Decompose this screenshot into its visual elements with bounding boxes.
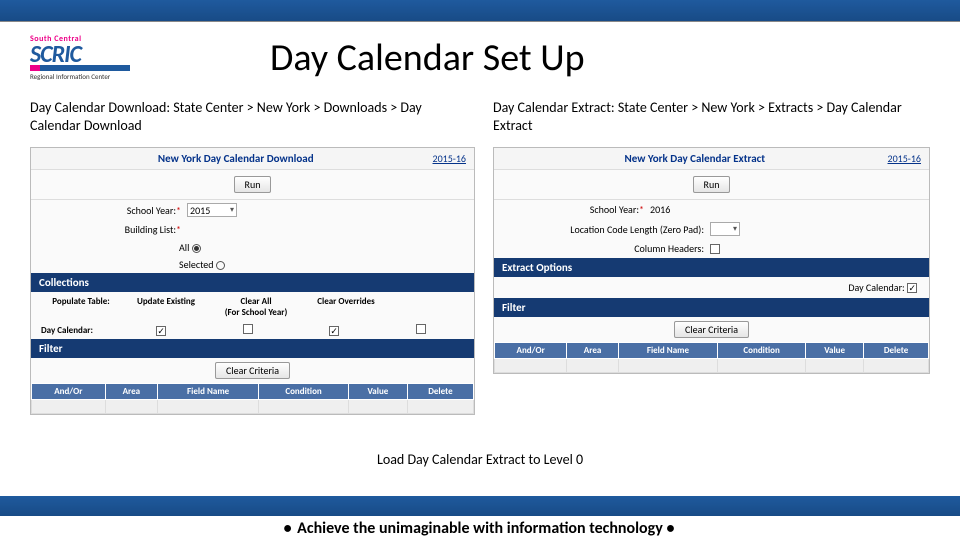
- run-button-right[interactable]: Run: [693, 176, 731, 193]
- load-instruction: Load Day Calendar Extract to Level 0: [0, 451, 960, 468]
- breadcrumb-right: Day Calendar Extract: State Center > New…: [493, 99, 930, 139]
- bullet-icon: •: [284, 519, 294, 538]
- chk-clear-existing[interactable]: [243, 324, 253, 334]
- th-field-r: Field Name: [618, 343, 717, 359]
- left-column: Day Calendar Download: State Center > Ne…: [30, 99, 475, 415]
- year-link-right[interactable]: 2015-16: [888, 152, 921, 165]
- col-clear: Clear All (For School Year): [211, 296, 301, 318]
- breadcrumb-left: Day Calendar Download: State Center > Ne…: [30, 99, 475, 139]
- right-column: Day Calendar Extract: State Center > New…: [493, 99, 930, 415]
- chk-override[interactable]: [416, 324, 426, 334]
- radio-selected-label: Selected: [179, 258, 214, 271]
- panel-title-left: New York Day Calendar Download: [39, 152, 433, 165]
- collections-bar: Collections: [31, 273, 474, 292]
- th-cond-r: Condition: [718, 343, 806, 359]
- header: South Central SCRIC Regional Information…: [0, 22, 960, 99]
- panel-title-right: New York Day Calendar Extract: [502, 152, 888, 165]
- logo-sub-text: Regional Information Center: [30, 72, 170, 81]
- bullet-icon: •: [666, 519, 676, 538]
- col-override: Clear Overrides: [301, 296, 391, 318]
- year-link-left[interactable]: 2015-16: [433, 152, 466, 165]
- loc-select[interactable]: ▾: [710, 222, 740, 236]
- scric-logo: South Central SCRIC Regional Information…: [30, 30, 170, 85]
- table-row[interactable]: [495, 359, 929, 373]
- filter-table-left: And/Or Area Field Name Condition Value D…: [31, 383, 474, 414]
- tagline: • Achieve the unimaginable with informat…: [0, 517, 960, 540]
- school-year-label-right: School Year:: [504, 203, 644, 216]
- th-cond: Condition: [259, 384, 349, 400]
- extract-options-bar: Extract Options: [494, 258, 929, 277]
- th-area-r: Area: [567, 343, 618, 359]
- school-year-label-left: School Year:: [41, 204, 181, 217]
- col-update: Update Existing: [121, 296, 211, 318]
- school-year-select-left[interactable]: 2015▾: [187, 203, 237, 217]
- filter-bar-right: Filter: [494, 298, 929, 317]
- th-value-r: Value: [806, 343, 864, 359]
- th-andor-r: And/Or: [495, 343, 567, 359]
- th-delete: Delete: [407, 384, 473, 400]
- run-button-left[interactable]: Run: [234, 176, 272, 193]
- populate-label: Populate Table:: [41, 296, 121, 318]
- footer-accent-bar: [0, 496, 960, 516]
- building-list-label: Building List:: [41, 223, 181, 236]
- col-headers-label: Column Headers:: [504, 242, 704, 255]
- logo-bar: [30, 65, 130, 71]
- th-value: Value: [348, 384, 407, 400]
- content: Day Calendar Download: State Center > Ne…: [0, 99, 960, 415]
- page-title: Day Calendar Set Up: [270, 35, 585, 81]
- extract-panel: New York Day Calendar Extract 2015-16 Ru…: [493, 147, 930, 374]
- chk-clear-year[interactable]: [329, 326, 339, 336]
- filter-bar-left: Filter: [31, 339, 474, 358]
- chevron-down-icon: ▾: [230, 205, 234, 215]
- th-field: Field Name: [158, 384, 259, 400]
- download-panel: New York Day Calendar Download 2015-16 R…: [30, 147, 475, 415]
- chevron-down-icon: ▾: [733, 224, 737, 234]
- table-row[interactable]: [32, 400, 474, 414]
- th-area: Area: [105, 384, 157, 400]
- th-andor: And/Or: [32, 384, 106, 400]
- loc-label: Location Code Length (Zero Pad):: [504, 223, 704, 236]
- radio-all-label: All: [179, 241, 189, 254]
- filter-table-right: And/Or Area Field Name Condition Value D…: [494, 342, 929, 373]
- chk-daycal-right[interactable]: [907, 283, 917, 293]
- radio-all[interactable]: [192, 244, 201, 253]
- daycal-row-label: Day Calendar:: [41, 325, 118, 336]
- chk-column-headers[interactable]: [710, 244, 720, 254]
- logo-main-text: SCRIC: [30, 45, 170, 64]
- clear-criteria-right[interactable]: Clear Criteria: [674, 321, 749, 338]
- daycal-label-right: Day Calendar:: [848, 281, 904, 294]
- tagline-text: Achieve the unimaginable with informatio…: [297, 519, 663, 538]
- chk-update[interactable]: [156, 326, 166, 336]
- school-year-value-right: 2016: [650, 203, 670, 216]
- clear-criteria-left[interactable]: Clear Criteria: [215, 362, 290, 379]
- radio-selected[interactable]: [216, 261, 225, 270]
- th-delete-r: Delete: [864, 343, 929, 359]
- top-accent-bar: [0, 0, 960, 22]
